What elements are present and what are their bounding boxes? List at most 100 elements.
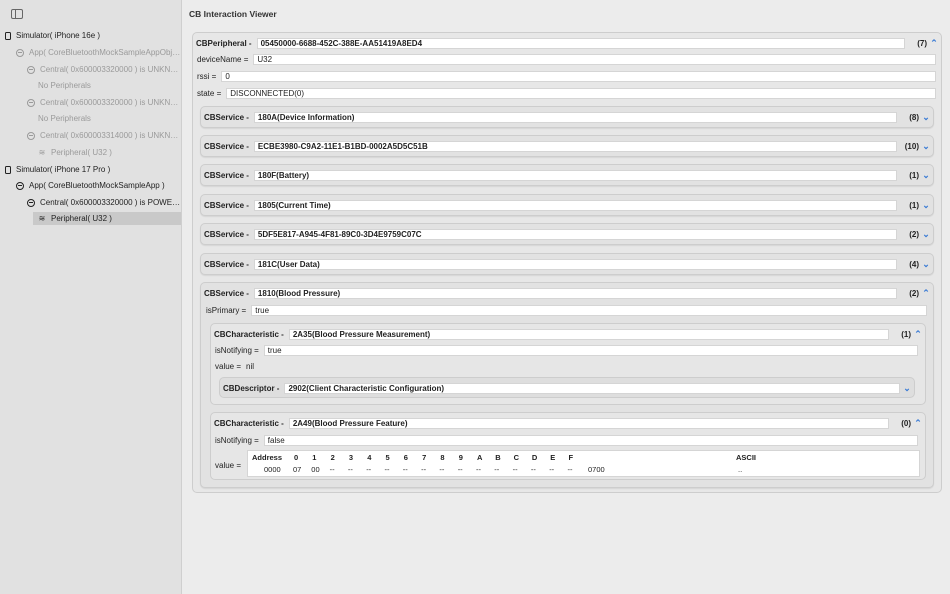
tree-item-peripheral-selected[interactable]: ≋ Peripheral( U32 ) [33,212,181,225]
service-value-field[interactable]: 5DF5E817-A945-4F81-89C0-3D4E9759C07C [253,228,897,240]
service-header[interactable]: CBService - 5DF5E817-A945-4F81-89C0-3D4E… [201,227,933,241]
chevron-down-icon[interactable]: ⌄ [900,383,914,394]
sidebar-toggle-icon[interactable] [11,9,23,19]
is-primary-field[interactable]: true [251,304,927,316]
hex-column-header: 9 [458,453,463,462]
state-row: state = DISCONNECTED(0) [197,87,936,99]
hex-byte-cell[interactable]: -- [458,465,463,474]
hex-byte-cell[interactable]: -- [476,465,481,474]
bp-service-panel: CBService - 1810(Blood Pressure) (2) ⌃ i… [200,282,934,488]
hex-column-header: E [550,453,556,462]
characteristic-kind: CBCharacteristic - [214,418,284,428]
characteristic-value-field[interactable]: 2A35(Blood Pressure Measurement) [288,328,889,340]
hex-byte-cell[interactable]: -- [348,465,353,474]
hex-dump-table: Address ASCII 0000 0700 .. 0 07 1 00 2 -- 3 -- 4… [247,450,920,477]
chevron-down-icon[interactable]: ⌄ [919,229,933,240]
tree-item-simulator[interactable]: Simulator( iPhone 17 Pro ) [0,163,182,176]
hex-column-header: 6 [403,453,408,462]
tree-item-no-peripherals: No Peripherals [0,79,182,92]
service-panel: CBService - 1805(Current Time) (1) ⌄ [200,194,934,216]
tree-item-label: Peripheral( U32 ) [51,148,112,157]
hex-byte-cell[interactable]: -- [403,465,408,474]
descriptor-value-field[interactable]: 2902(Client Characteristic Configuration… [284,382,900,394]
hex-byte-cell[interactable]: -- [330,465,335,474]
service-count: (2) [909,288,919,298]
tree-item-central[interactable]: Central( 0x600003320000 ) is UNKNO... [0,96,182,109]
antenna-icon: ≋ [38,147,46,157]
service-header[interactable]: CBService - 180F(Battery) (1) ⌄ [201,168,933,182]
characteristic-header[interactable]: CBCharacteristic - 2A49(Blood Pressure F… [211,416,925,430]
hex-column-header: B [495,453,501,462]
is-notifying-field[interactable]: true [263,344,918,356]
service-header[interactable]: CBService - 1805(Current Time) (1) ⌄ [201,198,933,212]
service-value-field[interactable]: 1805(Current Time) [253,199,897,211]
tree-item-simulator[interactable]: Simulator( iPhone 16e ) [0,29,182,42]
hex-byte-cell[interactable]: -- [549,465,554,474]
characteristic-header[interactable]: CBCharacteristic - 2A35(Blood Pressure M… [211,327,925,341]
hex-column-header: 0 [294,453,299,462]
descriptor-header[interactable]: CBDescriptor - 2902(Client Characteristi… [220,381,914,395]
characteristic-panel: CBCharacteristic - 2A35(Blood Pressure M… [210,323,926,405]
chevron-up-icon[interactable]: ⌃ [911,329,925,340]
is-notifying-row: isNotifying = false [215,434,918,446]
tree-item-central[interactable]: Central( 0x600003314000 ) is UNKNO... [0,129,182,142]
central-icon [27,65,35,74]
chevron-down-icon[interactable]: ⌄ [919,200,933,211]
chevron-down-icon[interactable]: ⌄ [919,141,933,152]
hex-byte-cell[interactable]: -- [421,465,426,474]
service-value-field[interactable]: 180A(Device Information) [253,111,897,123]
value-label: value = [215,460,242,470]
hex-address-header: Address [252,453,283,462]
service-value-field[interactable]: 180F(Battery) [253,169,897,181]
chevron-up-icon[interactable]: ⌃ [911,418,925,429]
is-notifying-field[interactable]: false [263,434,918,446]
service-header[interactable]: CBService - ECBE3980-C9A2-11E1-B1BD-0002… [201,139,933,153]
chevron-down-icon[interactable]: ⌄ [919,259,933,270]
hex-byte-cell[interactable]: 00 [311,465,319,474]
tree-item-no-peripherals: No Peripherals [0,112,182,125]
hex-byte-cell[interactable]: -- [531,465,536,474]
service-header[interactable]: CBService - 180A(Device Information) (8)… [201,110,933,124]
chevron-up-icon[interactable]: ⌃ [927,38,941,49]
central-icon [27,98,35,107]
rssi-field[interactable]: 0 [221,70,936,82]
chevron-down-icon[interactable]: ⌄ [919,112,933,123]
chevron-up-icon[interactable]: ⌃ [919,288,933,299]
characteristic-value-field[interactable]: 2A49(Blood Pressure Feature) [288,417,889,429]
peripheral-header: CBPeripheral - 05450000-6688-452C-388E-A… [193,36,941,50]
hex-column-header: 8 [440,453,445,462]
is-primary-row: isPrimary = true [206,304,927,316]
hex-byte-cell[interactable]: 07 [293,465,301,474]
tree-item-central[interactable]: Central( 0x600003320000 ) is POWER... [0,196,182,209]
is-notifying-label: isNotifying = [215,435,259,445]
tree-item-app[interactable]: App( CoreBluetoothMockSampleApp ) [0,179,182,192]
tree-item-app[interactable]: App( CoreBluetoothMockSampleAppObjC ) [0,46,182,59]
device-name-field[interactable]: U32 [253,53,936,65]
service-kind: CBService - [204,170,249,180]
service-kind: CBService - [204,112,249,122]
tree-item-peripheral[interactable]: ≋ Peripheral( U32 ) [0,146,182,159]
bp-service-header[interactable]: CBService - 1810(Blood Pressure) (2) ⌃ [201,286,933,300]
hex-byte-cell[interactable]: -- [568,465,573,474]
service-value-field[interactable]: 1810(Blood Pressure) [253,287,897,299]
device-name-label: deviceName = [197,54,249,64]
hex-byte-cell[interactable]: -- [439,465,444,474]
service-panel: CBService - 181C(User Data) (4) ⌄ [200,253,934,275]
central-icon [27,131,35,140]
value-label: value = [215,361,242,371]
tree-item-central[interactable]: Central( 0x600003320000 ) is UNKNO... [0,63,182,76]
hex-column-header: 1 [312,453,317,462]
peripheral-uuid-field[interactable]: 05450000-6688-452C-388E-AA51419A8ED4 [256,37,905,49]
state-field[interactable]: DISCONNECTED(0) [226,87,936,99]
service-value-field[interactable]: ECBE3980-C9A2-11E1-B1BD-0002A5D5C51B [253,140,897,152]
service-value-field[interactable]: 181C(User Data) [253,258,897,270]
chevron-down-icon[interactable]: ⌄ [919,170,933,181]
hex-byte-cell[interactable]: -- [385,465,390,474]
service-count: (1) [909,200,919,210]
hex-byte-cell[interactable]: -- [366,465,371,474]
characteristic-panel: CBCharacteristic - 2A49(Blood Pressure F… [210,412,926,480]
service-header[interactable]: CBService - 181C(User Data) (4) ⌄ [201,257,933,271]
hex-byte-cell[interactable]: -- [494,465,499,474]
hex-column-header: 3 [348,453,354,462]
hex-byte-cell[interactable]: -- [513,465,518,474]
